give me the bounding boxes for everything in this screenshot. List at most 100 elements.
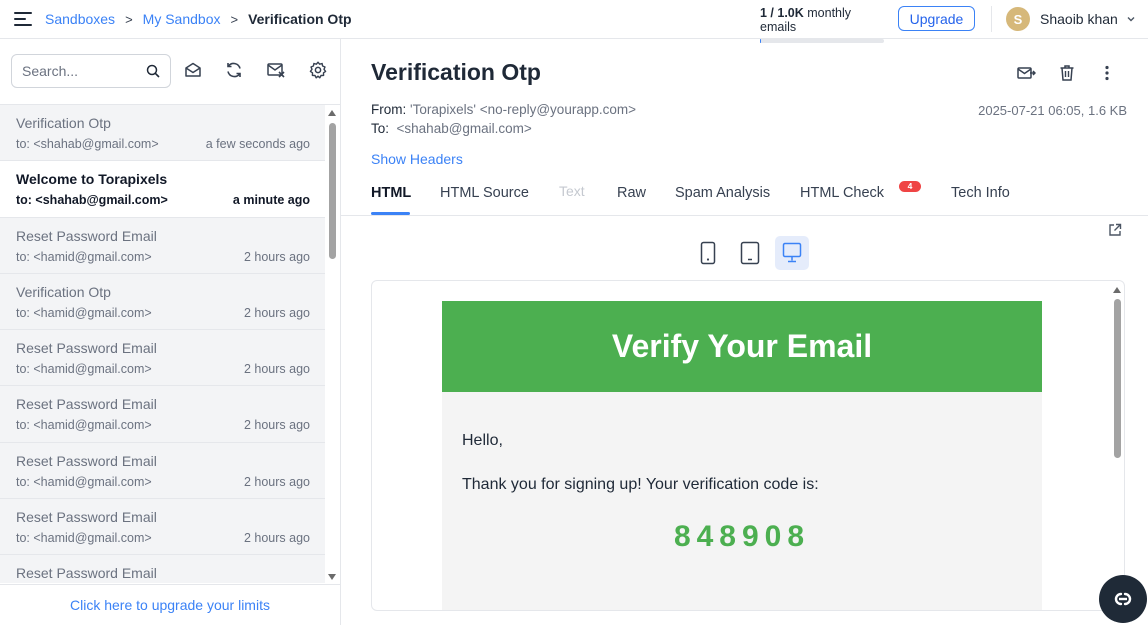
message-list: Verification Otp to: <shahab@gmail.com> … (0, 105, 325, 583)
tablet-view-button[interactable] (733, 236, 767, 270)
refresh-icon[interactable] (224, 60, 244, 80)
active-tab-indicator (371, 212, 410, 215)
email-body: Hello, Thank you for signing up! Your ve… (442, 392, 1042, 554)
message-subject: Reset Password Email (16, 340, 157, 357)
list-item[interactable]: Reset Password Email to: <hamid@gmail.co… (0, 386, 325, 443)
breadcrumb-current: Verification Otp (248, 11, 352, 27)
user-menu[interactable]: S Shaoib khan (1006, 7, 1136, 31)
message-time: 2 hours ago (243, 418, 310, 433)
message-time: a few seconds ago (205, 137, 310, 151)
breadcrumb-my-sandbox[interactable]: My Sandbox (143, 11, 221, 27)
chevron-down-icon (1127, 17, 1135, 22)
chat-icon (1114, 592, 1132, 606)
breadcrumb-separator: > (230, 11, 239, 27)
message-subject: Reset Password Email (16, 396, 157, 413)
user-name: Shaoib khan (1040, 11, 1118, 27)
message-subject: Welcome to Torapixels (16, 171, 168, 188)
message-subject: Verification Otp (16, 115, 111, 131)
list-item[interactable]: Reset Password Email to: <hamid@gmail.co… (0, 330, 325, 387)
search-input[interactable] (22, 56, 142, 86)
more-options-icon[interactable] (1097, 63, 1117, 83)
message-time: a minute ago (232, 193, 310, 208)
settings-icon[interactable] (308, 60, 328, 80)
from-row: From: 'Torapixels' <no-reply@yourapp.com… (371, 102, 636, 117)
message-title: Verification Otp (371, 59, 541, 85)
show-headers-link[interactable]: Show Headers (371, 151, 463, 167)
mobile-icon (700, 241, 716, 265)
header-divider (991, 6, 992, 32)
list-item[interactable]: Reset Password Email to: <hamid@gmail.co… (0, 217, 325, 274)
list-item[interactable]: Verification Otp to: <shahab@gmail.com> … (0, 105, 325, 162)
html-check-badge: 4 (899, 181, 921, 192)
tablet-icon (740, 241, 760, 265)
message-time: 2 hours ago (243, 531, 310, 546)
mark-read-icon[interactable] (183, 60, 203, 80)
message-time: 2 hours ago (243, 362, 310, 377)
message-time: 2 hours ago (243, 249, 310, 264)
to-row: To: <shahab@gmail.com> (371, 121, 532, 136)
scroll-down-arrow[interactable] (328, 574, 336, 580)
message-subject: Reset Password Email (16, 565, 157, 582)
list-item[interactable]: Reset Password Email to: <hamid@gmail.co… (0, 499, 325, 556)
scroll-up-arrow[interactable] (328, 110, 336, 116)
mobile-view-button[interactable] (691, 236, 725, 270)
list-item[interactable]: Reset Password Email to: <hamid@gmail.co… (0, 442, 325, 500)
date-size: 2025-07-21 06:05, 1.6 KB (978, 103, 1127, 118)
message-subject: Reset Password Email (16, 452, 157, 469)
top-bar: Sandboxes > My Sandbox > Verification Ot… (0, 0, 1148, 43)
avatar: S (1006, 7, 1030, 31)
trash-icon[interactable] (1057, 63, 1077, 83)
to-label: To: (371, 121, 390, 136)
tab-tech-info[interactable]: Tech Info (951, 185, 1010, 201)
tab-text: Text (559, 183, 585, 199)
list-item[interactable]: Reset Password Email (0, 555, 325, 583)
email-content: Verify Your Email Hello, Thank you for s… (442, 301, 1042, 610)
open-external-icon[interactable] (1108, 223, 1122, 237)
breadcrumb-sandboxes[interactable]: Sandboxes (45, 11, 115, 27)
from-value: 'Torapixels' <no-reply@yourapp.com> (410, 102, 636, 117)
search-box (11, 54, 171, 88)
inbox-toolbar (0, 39, 340, 105)
preview-scrollbar[interactable] (1110, 281, 1124, 610)
list-item[interactable]: Verification Otp to: <hamid@gmail.com> 2… (0, 273, 325, 331)
message-list-scrollbar[interactable] (326, 105, 340, 583)
menu-icon[interactable] (14, 11, 32, 27)
scrollbar-thumb[interactable] (1114, 299, 1121, 458)
to-value: <shahab@gmail.com> (396, 121, 532, 136)
list-item[interactable]: Welcome to Torapixels to: <shahab@gmail.… (0, 161, 325, 218)
desktop-icon (782, 242, 802, 263)
message-subject: Verification Otp (16, 283, 111, 300)
quota-used: 1 / 1.0K (760, 6, 804, 20)
device-switcher (691, 236, 809, 270)
breadcrumb: Sandboxes > My Sandbox > Verification Ot… (45, 11, 352, 27)
scroll-up-arrow[interactable] (1113, 287, 1121, 293)
message-subject: Reset Password Email (16, 509, 157, 526)
otp-code: 848908 (673, 520, 811, 553)
tab-raw[interactable]: Raw (617, 185, 646, 201)
upgrade-limits-link[interactable]: Click here to upgrade your limits (0, 584, 340, 625)
inbox-panel: Verification Otp to: <shahab@gmail.com> … (0, 39, 341, 625)
email-heading: Verify Your Email (442, 301, 1042, 392)
clear-inbox-icon[interactable] (266, 60, 286, 80)
email-message: Thank you for signing up! Your verificat… (462, 476, 819, 493)
message-time: 2 hours ago (243, 474, 310, 489)
search-icon[interactable] (146, 64, 160, 78)
email-preview-frame: Verify Your Email Hello, Thank you for s… (371, 280, 1125, 611)
desktop-view-button[interactable] (775, 236, 809, 270)
tab-html-source[interactable]: HTML Source (440, 185, 529, 201)
tab-html[interactable]: HTML (371, 185, 411, 201)
message-time: 2 hours ago (243, 305, 310, 320)
tab-html-check[interactable]: HTML Check (800, 185, 884, 201)
quota-indicator: 1 / 1.0K monthly emails (760, 6, 884, 43)
breadcrumb-separator: > (125, 11, 133, 27)
from-label: From: (371, 102, 407, 117)
email-greeting: Hello, (462, 432, 503, 449)
tab-spam-analysis[interactable]: Spam Analysis (675, 185, 770, 201)
scrollbar-thumb[interactable] (329, 123, 336, 259)
message-subject: Reset Password Email (16, 227, 157, 244)
chat-widget-button[interactable] (1099, 575, 1147, 623)
forward-icon[interactable] (1016, 63, 1036, 83)
message-view: Verification Otp From: 'Torapixels' <no-… (341, 39, 1148, 625)
upgrade-button[interactable]: Upgrade (898, 6, 975, 31)
view-tabs: HTML HTML Source Text Raw Spam Analysis … (341, 177, 1148, 216)
